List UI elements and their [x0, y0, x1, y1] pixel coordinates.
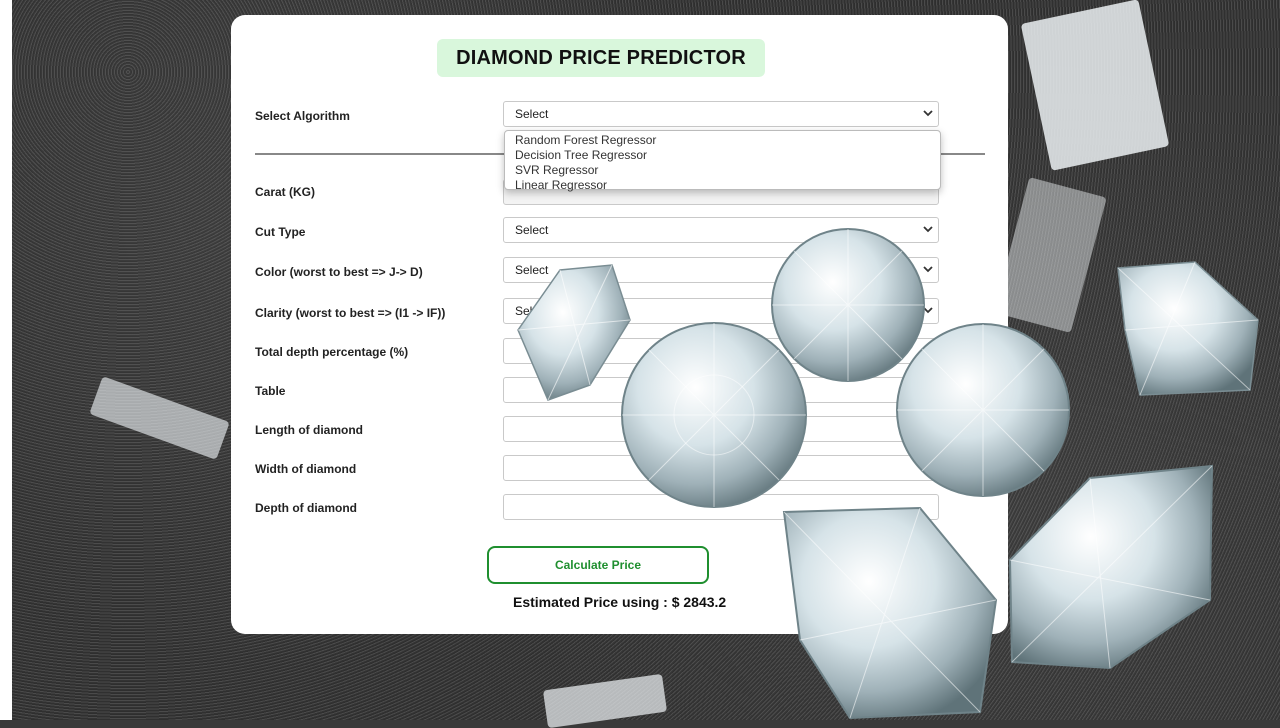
length-input[interactable]: [503, 416, 939, 442]
algorithm-option[interactable]: SVR Regressor: [515, 163, 940, 178]
width-label: Width of diamond: [255, 462, 357, 476]
cut-select-value: Select: [515, 223, 549, 237]
predictor-card: DIAMOND PRICE PREDICTOR Select Algorithm…: [231, 15, 1008, 634]
chevron-down-icon: [923, 110, 933, 117]
cut-label: Cut Type: [255, 225, 306, 239]
algorithm-option[interactable]: Linear Regressor: [515, 178, 940, 193]
algorithm-dropdown-list: Random Forest Regressor Decision Tree Re…: [504, 130, 941, 193]
depth-pct-input[interactable]: [503, 338, 939, 364]
algorithm-select-value: Select: [515, 107, 549, 121]
depth-input[interactable]: [503, 494, 939, 520]
chevron-down-icon: [923, 307, 933, 314]
page-title: DIAMOND PRICE PREDICTOR: [437, 39, 765, 77]
algorithm-label: Select Algorithm: [255, 109, 350, 123]
depth-pct-label: Total depth percentage (%): [255, 345, 409, 359]
left-edge-strip: [0, 0, 12, 720]
table-input[interactable]: [503, 377, 939, 403]
carat-label: Carat (KG): [255, 185, 316, 199]
chevron-down-icon: [923, 226, 933, 233]
cut-select[interactable]: Select: [503, 217, 939, 243]
calculate-price-button[interactable]: Calculate Price: [487, 546, 709, 584]
estimated-price-text: Estimated Price using : $ 2843.2: [513, 594, 727, 610]
chevron-down-icon: [923, 266, 933, 273]
color-select[interactable]: Select: [503, 257, 939, 283]
clarity-label: Clarity (worst to best => (I1 -> IF)): [255, 306, 446, 320]
length-label: Length of diamond: [255, 423, 363, 437]
depth-label: Depth of diamond: [255, 501, 357, 515]
width-input[interactable]: [503, 455, 939, 481]
algorithm-option[interactable]: Decision Tree Regressor: [515, 148, 940, 163]
color-select-value: Select: [515, 263, 549, 277]
clarity-select-value: Select: [515, 304, 549, 318]
color-label: Color (worst to best => J-> D): [255, 265, 423, 279]
table-label: Table: [255, 384, 286, 398]
algorithm-option[interactable]: Random Forest Regressor: [515, 133, 940, 148]
algorithm-select[interactable]: Select: [503, 101, 939, 127]
clarity-select[interactable]: Select: [503, 298, 939, 324]
